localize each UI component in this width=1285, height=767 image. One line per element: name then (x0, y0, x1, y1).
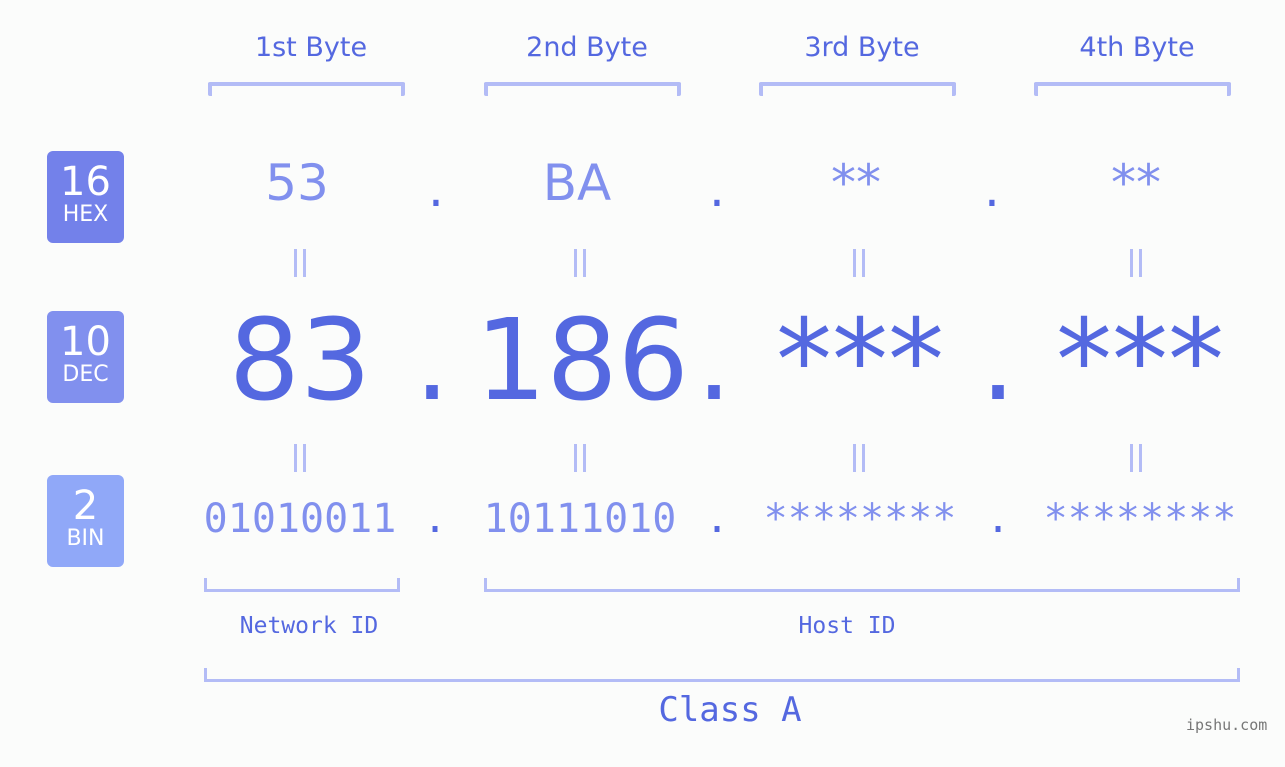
equals-icon (280, 246, 320, 286)
watermark: ipshu.com (1186, 716, 1268, 734)
bin-base-number: 2 (72, 483, 99, 529)
hex-base-label: HEX (62, 202, 109, 227)
class-bracket (204, 668, 1240, 682)
dec-byte-4: *** (1056, 296, 1224, 426)
byte-bracket-2 (484, 82, 681, 96)
byte-bracket-1 (208, 82, 405, 96)
hex-base-number: 16 (60, 159, 111, 205)
bin-byte-4: ******** (1043, 496, 1237, 542)
bin-byte-1: 01010011 (203, 496, 397, 542)
dec-separator-2: . (696, 296, 732, 426)
hex-separator-3: . (984, 160, 1000, 218)
dec-separator-1: . (414, 296, 450, 426)
hex-byte-1: 53 (265, 154, 329, 212)
dec-byte-2: 186 (475, 296, 689, 426)
dec-byte-1: 83 (228, 296, 372, 426)
byte-header-2: 2nd Byte (526, 32, 648, 63)
dec-badge: 10 DEC (47, 311, 124, 403)
bin-separator-2: . (704, 496, 730, 542)
hex-separator-1: . (428, 160, 444, 218)
equals-icon (839, 441, 879, 481)
hex-badge: 16 HEX (47, 151, 124, 243)
bin-base-label: BIN (66, 526, 105, 551)
bin-byte-3: ******** (763, 496, 957, 542)
hex-byte-3: ** (831, 154, 881, 212)
byte-bracket-4 (1034, 82, 1231, 96)
dec-byte-3: *** (776, 296, 944, 426)
byte-bracket-3 (759, 82, 956, 96)
network-id-label: Network ID (239, 613, 379, 639)
host-id-bracket (484, 578, 1240, 592)
dec-base-label: DEC (62, 362, 109, 387)
equals-icon (1116, 441, 1156, 481)
network-id-bracket (204, 578, 400, 592)
host-id-label: Host ID (798, 613, 896, 639)
byte-header-1: 1st Byte (254, 32, 368, 63)
bin-separator-1: . (422, 496, 448, 542)
bin-badge: 2 BIN (47, 475, 124, 567)
equals-icon (280, 441, 320, 481)
byte-header-4: 4th Byte (1079, 32, 1195, 63)
hex-byte-4: ** (1111, 154, 1161, 212)
bin-byte-2: 10111010 (483, 496, 677, 542)
dec-base-number: 10 (60, 319, 111, 365)
equals-icon (1116, 246, 1156, 286)
hex-byte-2: BA (542, 154, 612, 212)
equals-icon (839, 246, 879, 286)
equals-icon (560, 246, 600, 286)
class-label: Class A (658, 690, 802, 730)
bin-separator-3: . (985, 496, 1011, 542)
byte-header-3: 3rd Byte (804, 32, 920, 63)
equals-icon (560, 441, 600, 481)
hex-separator-2: . (709, 160, 725, 218)
